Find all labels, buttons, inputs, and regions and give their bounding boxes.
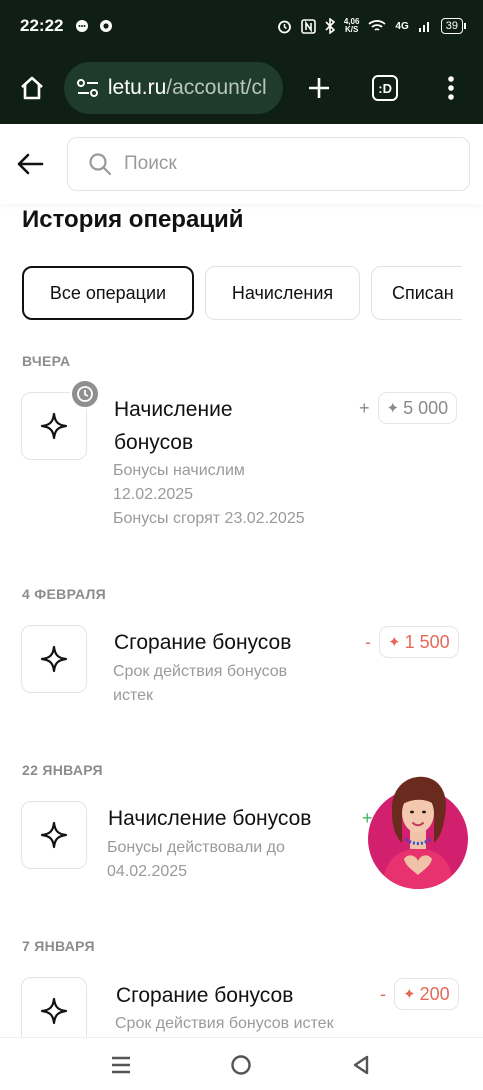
home-button[interactable] [14,70,50,106]
site-header: Поиск [0,124,483,204]
operation-details: Бонусы начислим 12.02.2025 Бонусы сгорят… [113,459,305,531]
battery-indicator: 39 [440,18,467,34]
amount-value: 5 000 [403,397,449,418]
amount-sign: + [359,397,370,418]
group-date: 7 ЯНВАРЯ [22,938,95,954]
home-icon [21,76,43,100]
amount-pill: ✦ 5 000 [377,392,458,424]
operation-title-line2: бонусов [114,431,194,454]
status-time: 22:22 [20,16,64,35]
amount-pill: ✦ 1 500 [379,626,459,658]
new-tab-button[interactable] [301,70,337,106]
alarm-icon [277,20,291,33]
operation-icon [21,977,87,1045]
assistant-avatar [368,776,468,889]
operation-amount: - ✦ 1 500 [365,626,459,658]
browser-menu-button[interactable] [433,70,469,106]
clock-icon [77,386,93,402]
operation-icon [21,801,87,869]
operation-detail: 04.02.2025 [107,863,188,880]
operation-detail: Бонусы сгорят 23.02.2025 [113,510,305,527]
more-vert-icon [448,76,454,100]
recents-button[interactable] [108,1052,134,1078]
filter-chips: Все операции Начисления Списан [22,266,462,322]
triangle-back-icon [353,1055,369,1075]
nfc-icon [301,18,316,34]
chat-icon [76,20,89,32]
url-domain: letu.ru [107,76,167,99]
operation-title-line1: Начисление [114,398,233,421]
notification-icons [75,19,113,33]
operation-amount: - ✦ 200 [380,978,459,1010]
assistant-avatar-button[interactable] [368,773,468,889]
tab-switcher-button[interactable]: :D [367,70,403,106]
amount-value: 200 [419,983,450,1004]
bonus-star-icon: ✦ [386,400,400,417]
operation-title: Сгорание бонусов [116,984,294,1007]
search-placeholder: Поиск [124,153,177,174]
filter-chip-accruals[interactable]: Начисления [205,266,360,320]
bonus-star-icon: ✦ [388,634,401,651]
network-type: 4G [395,20,409,32]
amount-sign: - [365,631,371,652]
url-path: /account/cl [166,76,267,99]
operation-detail: Бонусы начислим [113,462,245,479]
sparkle-star-icon [40,997,68,1025]
operation-amount: + ✦ 5 000 [359,392,458,424]
search-icon [89,153,112,176]
operation-detail: 12.02.2025 [113,486,194,503]
sparkle-star-icon [40,412,68,440]
system-nav-bar [0,1037,483,1090]
url-bar[interactable]: letu.ru/account/cl [63,62,284,114]
circle-home-icon [231,1055,251,1075]
search-input[interactable]: Поиск [67,137,470,191]
operation-icon [21,625,87,693]
sparkle-star-icon [40,821,68,849]
operation-details: Срок действия бонусов истек [115,1012,334,1036]
pending-badge [70,379,100,409]
back-button[interactable] [14,148,46,180]
group-date: ВЧЕРА [22,353,71,369]
operation-title: Сгорание бонусов [114,631,292,654]
site-settings-icon[interactable] [76,77,100,99]
page-title: История операций [22,206,244,233]
operation-details: Бонусы действовали до 04.02.2025 [107,836,285,884]
group-date: 22 ЯНВАРЯ [22,762,103,778]
operation-title: Начисление бонусов [108,807,312,830]
operation-title: Начисление бонусов [114,393,233,459]
filter-chip-writeoffs[interactable]: Списан [371,266,462,320]
amount-value: 1 500 [404,631,450,652]
browser-toolbar: letu.ru/account/cl :D [0,52,483,124]
group-date: 4 ФЕВРАЛЯ [22,586,107,602]
operation-detail: Бонусы действовали до [107,839,285,856]
speed-unit: K/S [344,25,359,34]
network-speed: 4,06 K/S [344,18,360,34]
amount-pill: ✦ 200 [394,978,459,1010]
arrow-left-icon [17,153,44,175]
operation-detail: Срок действия бонусов [113,663,288,680]
status-right: 4,06 K/S 4G 39 [277,18,467,34]
signal-icon [418,22,429,32]
wifi-icon [368,20,387,31]
amount-sign: - [380,983,386,1004]
home-nav-button[interactable] [228,1052,254,1078]
bonus-star-icon: ✦ [403,986,416,1003]
sparkle-star-icon [40,645,68,673]
recents-icon [112,1056,130,1074]
back-nav-button[interactable] [348,1052,374,1078]
tabs-count: :D [372,75,399,101]
chrome-icon [100,20,113,32]
operation-details: Срок действия бонусов истек [113,660,287,708]
status-bar: 22:22 4,06 K/S 4G 39 [0,0,483,52]
plus-icon [309,78,330,98]
bluetooth-icon [325,18,335,34]
operation-detail: Срок действия бонусов истек [115,1015,334,1032]
operation-icon [21,379,100,460]
operation-detail: истек [113,687,153,704]
filter-chip-all[interactable]: Все операции [22,266,194,320]
